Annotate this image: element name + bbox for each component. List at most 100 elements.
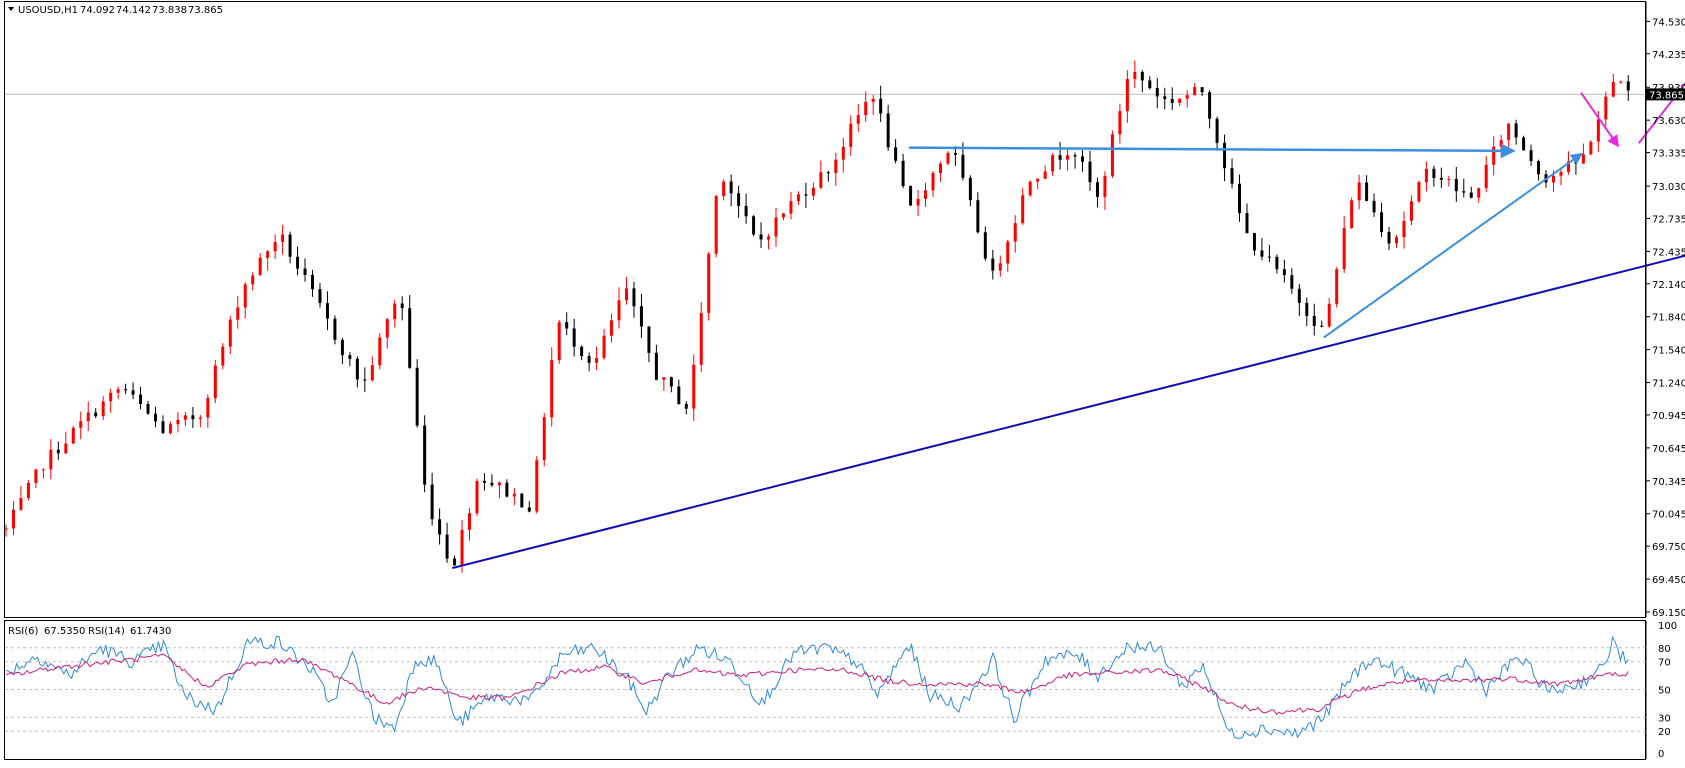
candle-body (1380, 212, 1384, 232)
candle-body (789, 201, 793, 214)
candle-body (64, 443, 68, 454)
candle-body (56, 449, 60, 454)
candle-body (1043, 171, 1047, 179)
rsi-tick-label: 80 (1658, 644, 1671, 655)
chart-symbol-label: USOUSD,H1 (18, 5, 78, 16)
candle-body (1178, 98, 1182, 103)
candle-body (1081, 156, 1085, 162)
candle-body (1395, 237, 1398, 244)
candle-body (894, 147, 898, 161)
candle-body (924, 190, 928, 199)
candle-body (946, 152, 950, 164)
candle-body (1387, 231, 1391, 244)
candle-body (624, 288, 628, 301)
candle-body (154, 413, 158, 422)
candle-body (1454, 179, 1458, 192)
candle-body (281, 234, 285, 242)
candle-body (183, 415, 187, 420)
candle-body (767, 236, 771, 240)
candle-body (94, 412, 98, 417)
candle-body (228, 319, 232, 347)
candle-body (1290, 275, 1294, 289)
candle-body (124, 389, 128, 391)
candle-body (804, 194, 808, 196)
candle-body (1626, 81, 1630, 91)
candle-body (109, 392, 113, 402)
trendline-annotations[interactable] (452, 16, 1685, 570)
candle-body (1170, 98, 1174, 103)
candle-body (729, 181, 733, 194)
candle-body (1155, 88, 1159, 97)
price-tick-label: 69.150 (1652, 608, 1685, 619)
candle-body (1522, 137, 1526, 151)
candle-body (744, 205, 748, 217)
candle-body (423, 425, 427, 485)
candle-body (617, 300, 621, 321)
candle-body (1051, 155, 1055, 172)
candle-body (811, 187, 815, 196)
price-tick-label: 70.045 (1652, 510, 1685, 521)
candle-body (101, 401, 105, 417)
price-tick-label: 73.335 (1652, 149, 1685, 160)
candle-body (1312, 315, 1316, 326)
candle-body (11, 509, 15, 529)
candle-body (550, 360, 554, 418)
candle-body (303, 268, 307, 276)
candle-body (1103, 175, 1107, 197)
candle-body (781, 213, 785, 218)
candle-body (348, 355, 352, 359)
rsi-tick-label: 30 (1658, 713, 1671, 724)
candle-body (243, 284, 247, 308)
candle-body (542, 417, 546, 461)
candle-body (400, 303, 404, 309)
candle-body (131, 390, 135, 395)
candle-body (639, 306, 643, 327)
candle-body (1342, 227, 1346, 270)
candle-body (968, 177, 972, 201)
candle-body (1252, 233, 1256, 251)
collapse-triangle-icon[interactable] (8, 7, 14, 11)
candle-body (176, 419, 180, 425)
candle-body (707, 253, 711, 313)
candle-body (909, 185, 913, 206)
candle-body (1365, 182, 1369, 201)
candle-body (34, 469, 38, 483)
candle-body (752, 216, 756, 235)
candle-body (1619, 81, 1623, 83)
candle-body (213, 365, 217, 399)
candle-body (1148, 80, 1152, 89)
candle-body (1088, 161, 1092, 183)
candle-body (849, 123, 853, 147)
candle-body (273, 241, 277, 252)
candle-body (654, 352, 658, 380)
candle-body (961, 154, 965, 178)
candle-body (221, 346, 225, 366)
chart-canvas[interactable]: 74.53074.23573.93073.63073.33573.03072.7… (0, 0, 1685, 764)
price-tick-label: 71.840 (1652, 313, 1685, 324)
candle-body (355, 358, 359, 380)
candle-body (759, 234, 763, 240)
rsi6-line (5, 635, 1629, 739)
candle-body (1372, 200, 1376, 213)
candle-body (1402, 220, 1406, 238)
candle-body (677, 386, 681, 404)
candle-body (385, 319, 389, 338)
candle-body (834, 159, 838, 173)
candle-body (1140, 71, 1144, 81)
candle-body (901, 160, 905, 186)
candle-body (1013, 223, 1017, 242)
candle-body (565, 322, 569, 329)
candle-body (1267, 256, 1271, 258)
horizontal-resistance-line (908, 143, 1516, 159)
candle-body (1066, 155, 1070, 160)
rsi14-line (5, 653, 1629, 716)
rsi-tick-label: 50 (1658, 686, 1671, 697)
candle-body (1095, 182, 1099, 197)
candle-body (1208, 92, 1212, 119)
candle-body (1581, 154, 1585, 164)
candle-body (1297, 288, 1301, 303)
price-tick-label: 72.735 (1652, 214, 1685, 225)
candle-body (206, 398, 210, 418)
rising-trendline-line (1323, 152, 1583, 339)
candle-body (931, 173, 935, 191)
